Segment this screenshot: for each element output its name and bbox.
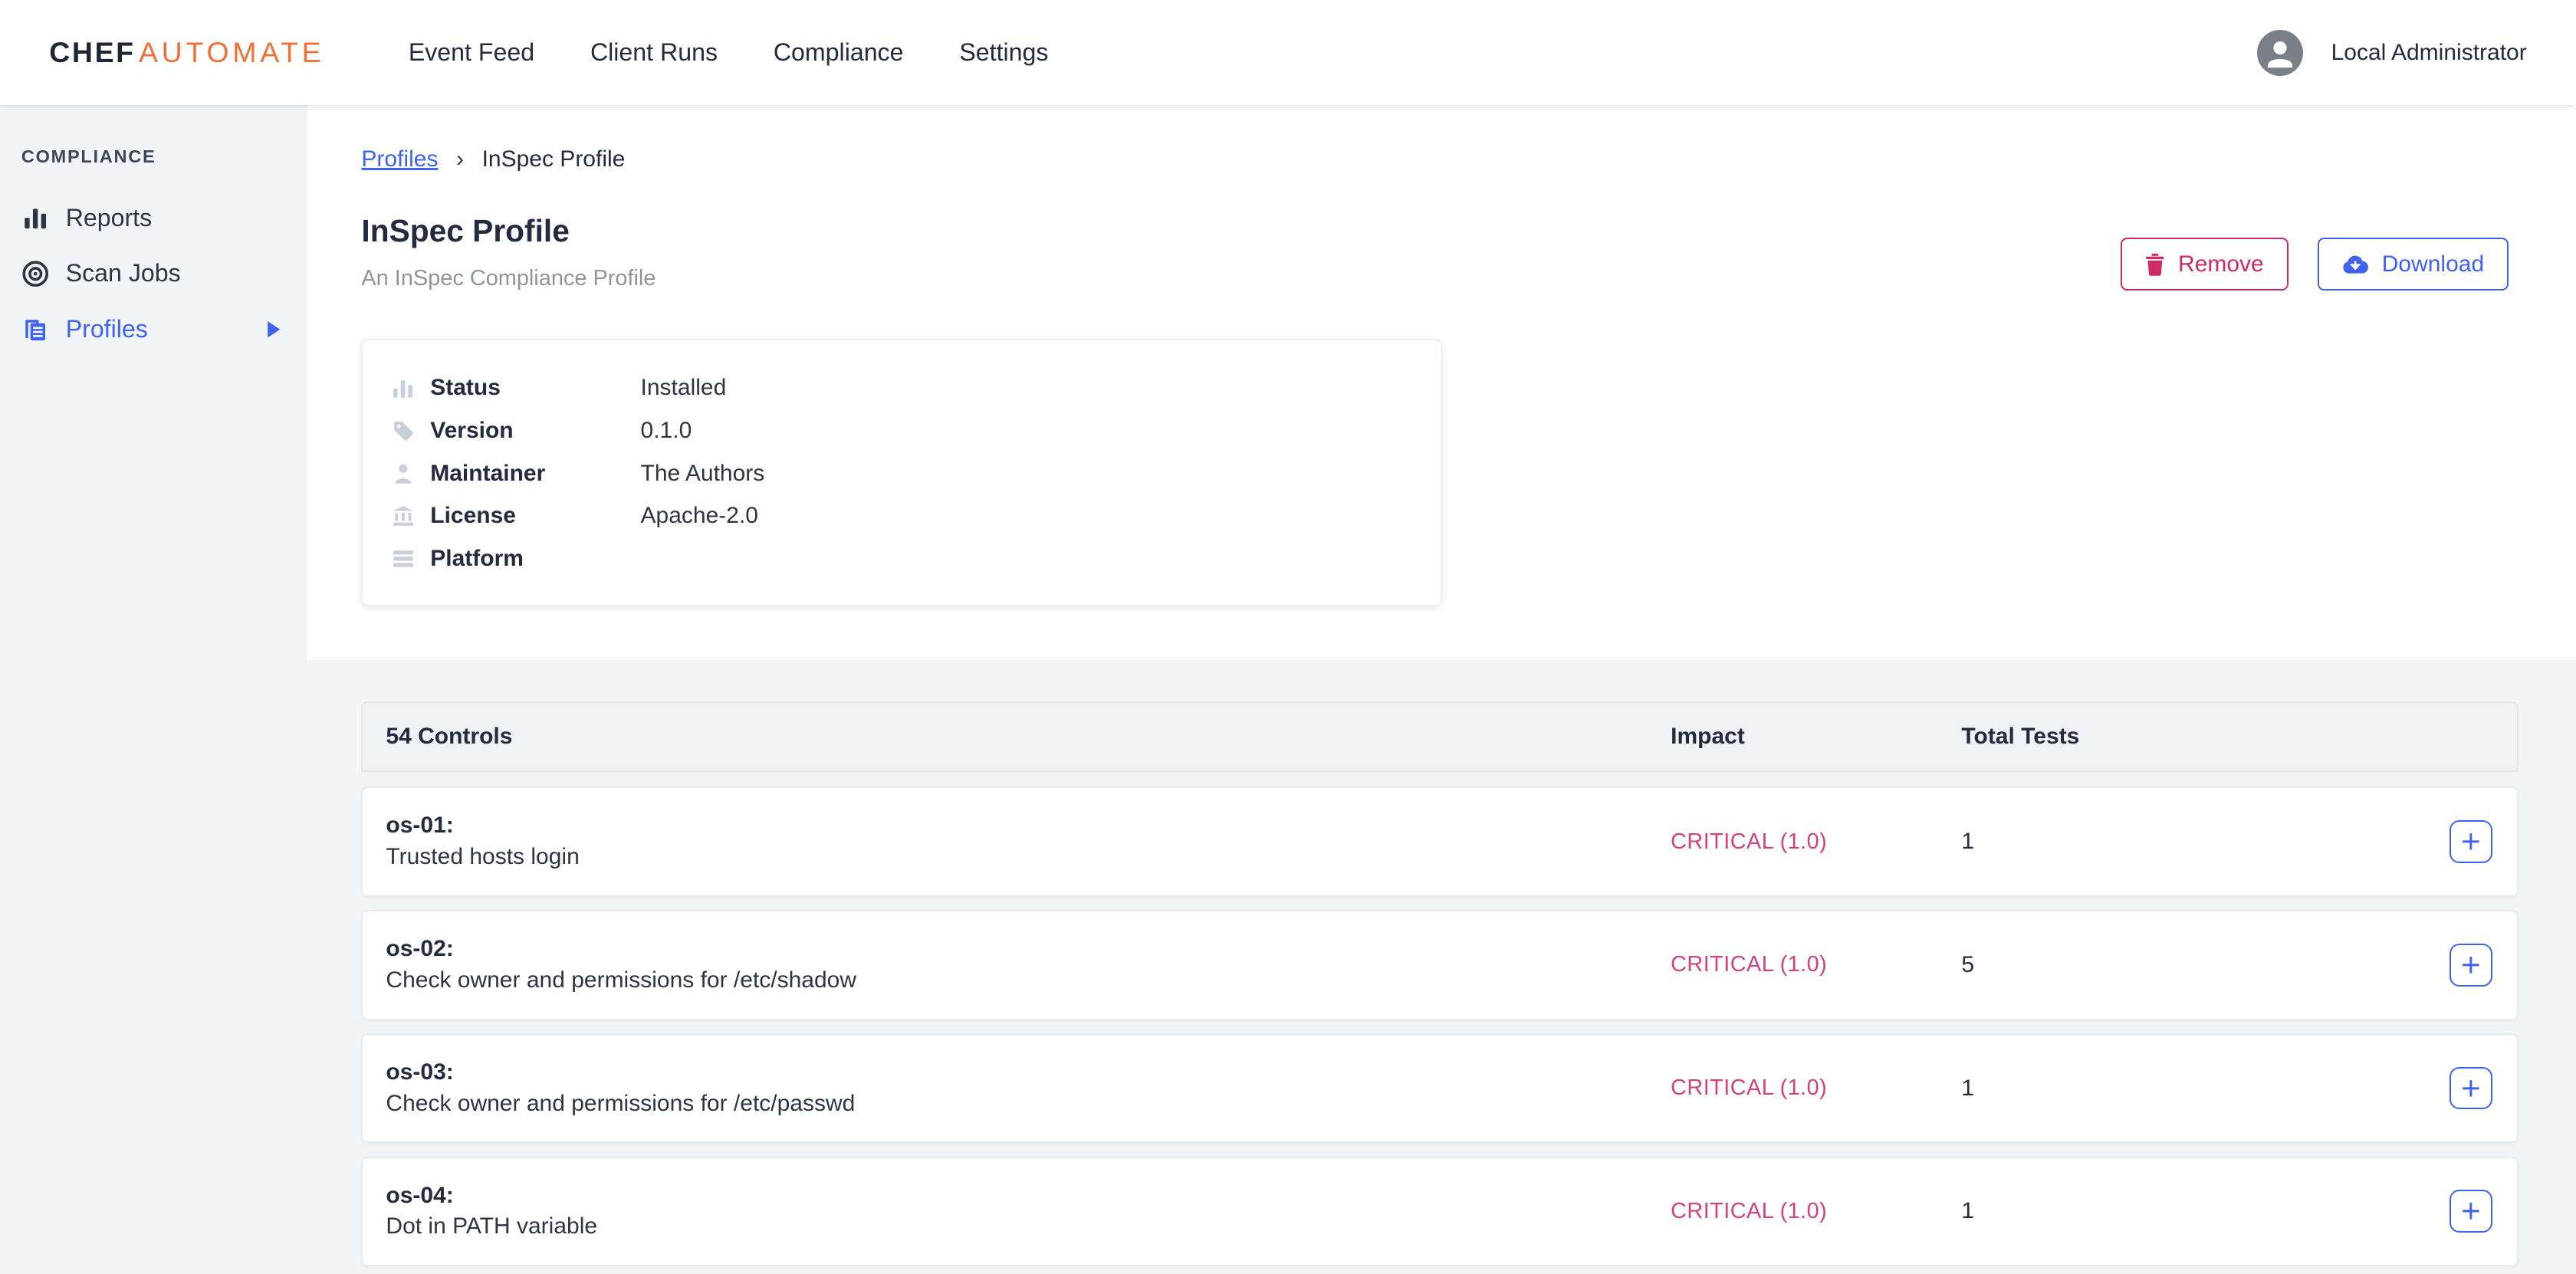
chef-automate-logo[interactable]: CHEF AUTOMATE <box>49 36 324 69</box>
control-cell: os-03: Check owner and permissions for /… <box>386 1057 1671 1119</box>
plus-icon <box>2461 1079 2481 1098</box>
tag-icon <box>391 420 416 442</box>
page-subtitle: An InSpec Compliance Profile <box>361 266 656 291</box>
impact-badge: CRITICAL (1.0) <box>1671 829 1961 855</box>
plus-icon <box>2461 955 2481 975</box>
download-button-label: Download <box>2382 253 2484 276</box>
total-tests-value: 5 <box>1961 952 2450 978</box>
detail-value: Apache-2.0 <box>641 503 758 529</box>
control-cell: os-01: Trusted hosts login <box>386 810 1671 872</box>
expand-control-button[interactable] <box>2450 1190 2492 1233</box>
page-heading: InSpec Profile An InSpec Compliance Prof… <box>361 212 656 291</box>
detail-value: 0.1.0 <box>641 418 692 444</box>
nav-item-settings[interactable]: Settings <box>959 38 1048 67</box>
trash-icon <box>2145 253 2165 276</box>
impact-badge: CRITICAL (1.0) <box>1671 1075 1961 1101</box>
detail-row-maintainer: Maintainer The Authors <box>391 452 1441 495</box>
download-button[interactable]: Download <box>2318 238 2509 291</box>
user-avatar-icon <box>2257 30 2303 76</box>
control-description: Trusted hosts login <box>386 842 1671 873</box>
control-row-os-04: os-04: Dot in PATH variable CRITICAL (1.… <box>361 1157 2518 1267</box>
sidebar-item-reports[interactable]: Reports <box>0 190 307 246</box>
sidebar-item-profiles[interactable]: Profiles <box>0 301 307 357</box>
chevron-right-icon <box>266 321 281 337</box>
user-menu[interactable]: Local Administrator <box>2257 30 2527 76</box>
main-content: Profiles › InSpec Profile InSpec Profile… <box>307 105 2576 1274</box>
logo-chef-text: CHEF <box>49 36 135 69</box>
control-cell: os-02: Check owner and permissions for /… <box>386 934 1671 996</box>
control-id: os-02: <box>386 934 1671 965</box>
total-tests-value: 1 <box>1961 1198 2450 1224</box>
target-icon <box>21 260 49 287</box>
page-title: InSpec Profile <box>361 212 656 251</box>
nav-item-event-feed[interactable]: Event Feed <box>409 38 534 67</box>
control-id: os-01: <box>386 810 1671 842</box>
nav-item-client-runs[interactable]: Client Runs <box>590 38 718 67</box>
control-row-os-02: os-02: Check owner and permissions for /… <box>361 910 2518 1020</box>
breadcrumb: Profiles › InSpec Profile <box>361 146 2509 172</box>
controls-table-header: 54 Controls Impact Total Tests <box>361 701 2518 772</box>
impact-badge: CRITICAL (1.0) <box>1671 1199 1961 1224</box>
detail-row-license: License Apache-2.0 <box>391 494 1441 537</box>
control-cell: os-04: Dot in PATH variable <box>386 1180 1671 1243</box>
breadcrumb-chevron-icon: › <box>456 146 464 172</box>
user-name-label: Local Administrator <box>2331 40 2527 66</box>
control-row-os-03: os-03: Check owner and permissions for /… <box>361 1033 2518 1144</box>
sidebar: COMPLIANCE Reports <box>0 105 307 1274</box>
impact-badge: CRITICAL (1.0) <box>1671 952 1961 977</box>
detail-row-status: Status Installed <box>391 366 1441 409</box>
remove-button[interactable]: Remove <box>2121 238 2288 291</box>
bar-chart-icon <box>21 204 49 231</box>
profile-details-card: Status Installed Version 0.1.0 <box>361 339 1442 606</box>
controls-table: 54 Controls Impact Total Tests os-01: Tr… <box>361 701 2518 1266</box>
expand-control-button[interactable] <box>2450 820 2492 863</box>
control-id: os-03: <box>386 1057 1671 1088</box>
detail-row-platform: Platform <box>391 537 1441 580</box>
controls-section: 54 Controls Impact Total Tests os-01: Tr… <box>307 660 2576 1274</box>
cloud-download-icon <box>2342 254 2368 274</box>
nav-item-compliance[interactable]: Compliance <box>774 38 904 67</box>
control-description: Check owner and permissions for /etc/sha… <box>386 965 1671 997</box>
impact-header: Impact <box>1671 724 1961 750</box>
total-tests-header: Total Tests <box>1961 724 2450 750</box>
bar-chart-icon <box>391 377 416 399</box>
platform-icon <box>391 548 416 570</box>
documents-icon <box>21 316 49 343</box>
detail-row-version: Version 0.1.0 <box>391 409 1441 452</box>
control-description: Check owner and permissions for /etc/pas… <box>386 1088 1671 1120</box>
control-description: Dot in PATH variable <box>386 1211 1671 1243</box>
header-actions: Remove Download <box>2121 238 2509 291</box>
sidebar-section-label: COMPLIANCE <box>0 146 307 167</box>
chef-automate-app: CHEF AUTOMATE Event Feed Client Runs Com… <box>0 0 2576 1274</box>
detail-label: Version <box>430 418 640 444</box>
person-icon <box>391 463 416 484</box>
detail-label: Maintainer <box>430 461 640 487</box>
expand-control-button[interactable] <box>2450 944 2492 987</box>
plus-icon <box>2461 832 2481 852</box>
total-tests-value: 1 <box>1961 829 2450 855</box>
total-tests-value: 1 <box>1961 1075 2450 1102</box>
control-row-os-01: os-01: Trusted hosts login CRITICAL (1.0… <box>361 786 2518 897</box>
breadcrumb-current: InSpec Profile <box>482 146 626 172</box>
remove-button-label: Remove <box>2178 253 2264 276</box>
sidebar-item-label: Profiles <box>66 315 250 343</box>
detail-value: Installed <box>641 375 727 401</box>
detail-label: License <box>430 503 640 529</box>
profile-summary-section: Profiles › InSpec Profile InSpec Profile… <box>307 105 2576 660</box>
top-nav: CHEF AUTOMATE Event Feed Client Runs Com… <box>0 0 2576 105</box>
sidebar-item-label: Scan Jobs <box>66 259 181 287</box>
logo-automate-text: AUTOMATE <box>139 36 325 69</box>
breadcrumb-profiles-link[interactable]: Profiles <box>361 146 438 172</box>
sidebar-item-label: Reports <box>66 204 153 232</box>
plus-icon <box>2461 1201 2481 1221</box>
control-id: os-04: <box>386 1180 1671 1212</box>
bank-icon <box>391 505 416 527</box>
detail-value: The Authors <box>641 461 765 487</box>
detail-label: Platform <box>430 546 640 572</box>
detail-label: Status <box>430 375 640 401</box>
nav-links: Event Feed Client Runs Compliance Settin… <box>409 38 1049 67</box>
controls-count-header: 54 Controls <box>386 724 1671 750</box>
sidebar-item-scan-jobs[interactable]: Scan Jobs <box>0 246 307 302</box>
expand-control-button[interactable] <box>2450 1067 2492 1110</box>
